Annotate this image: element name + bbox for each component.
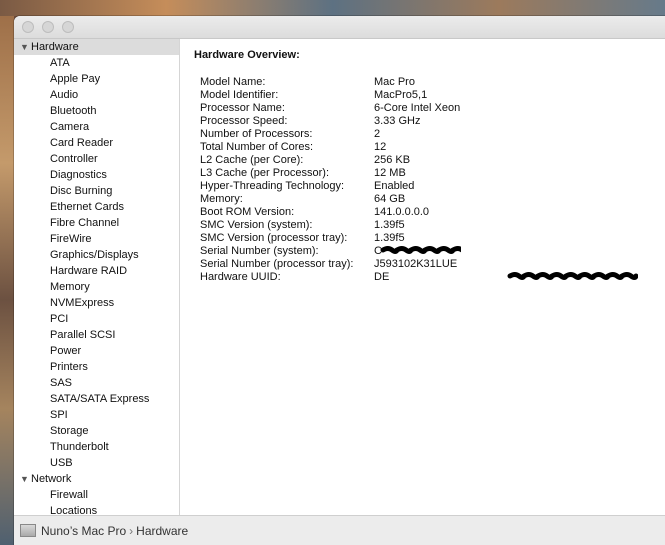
overview-label: SMC Version (system): [200,219,313,231]
sidebar-item[interactable]: FireWire [14,231,179,247]
zoom-window-button[interactable] [62,21,74,33]
sidebar-item[interactable]: SATA/SATA Express [14,391,179,407]
overview-label: Model Name: [200,76,266,88]
sidebar-item[interactable]: Ethernet Cards [14,199,179,215]
desktop-wallpaper-top [0,0,665,16]
sidebar-item[interactable]: Printers [14,359,179,375]
overview-label: Model Identifier: [200,89,279,101]
overview-row: Hyper-Threading Technology: Enabled [200,180,460,193]
sidebar-category-label: Hardware [31,41,79,53]
sidebar-item[interactable]: Memory [14,279,179,295]
overview-row: Hardware UUID: DE [200,271,638,284]
sidebar-item[interactable]: Fibre Channel [14,215,179,231]
overview-row: L3 Cache (per Processor): 12 MB [200,167,460,180]
sidebar-item[interactable]: Audio [14,87,179,103]
overview-label: Total Number of Cores: [200,141,314,153]
overview-row: L2 Cache (per Core): 256 KB [200,154,460,167]
sidebar-item[interactable]: Bluetooth [14,103,179,119]
overview-row: Boot ROM Version: 141.0.0.0.0 [200,206,460,219]
overview-row: Number of Processors: 2 [200,128,460,141]
sidebar-item[interactable]: Power [14,343,179,359]
overview-value[interactable]: 1.39f5 [374,219,405,232]
overview-title: Hardware Overview: [194,49,300,61]
title-bar[interactable] [14,16,665,39]
sidebar-item[interactable]: Storage [14,423,179,439]
overview-value[interactable]: 141.0.0.0.0 [374,206,429,219]
overview-label: Processor Name: [200,102,285,114]
overview-row: Processor Name: 6-Core Intel Xeon [200,102,460,115]
breadcrumb-computer[interactable]: Nuno’s Mac Pro [41,524,126,538]
overview-value[interactable]: 2 [374,128,380,141]
overview-label: Boot ROM Version: [200,206,295,218]
sidebar-item[interactable]: PCI [14,311,179,327]
overview-row: Model Identifier: MacPro5,1 [200,89,460,102]
breadcrumb-separator: › [129,524,134,538]
overview-value[interactable]: 3.33 GHz [374,115,420,128]
overview-table: Model Name: Mac Pro Model Identifier: MacPr… [200,76,638,284]
overview-row: SMC Version (system): 1.39f5 [200,219,460,232]
computer-icon [20,524,36,537]
sidebar-item[interactable]: Hardware RAID [14,263,179,279]
detail-pane: Hardware Overview: Model Name: Mac Pro Mod… [180,39,665,515]
sidebar-item[interactable]: Locations [14,503,179,515]
sidebar-item[interactable]: Card Reader [14,135,179,151]
desktop-wallpaper [0,0,14,545]
sidebar-item[interactable]: Apple Pay [14,71,179,87]
redaction-scribble [507,272,638,280]
overview-label: Processor Speed: [200,115,288,127]
sidebar-item[interactable]: Parallel SCSI [14,327,179,343]
sidebar-item[interactable]: ATA [14,55,179,71]
overview-row: Processor Speed: 3.33 GHz [200,115,460,128]
overview-value[interactable]: 12 [374,141,386,154]
overview-label: Hyper-Threading Technology: [200,180,345,192]
overview-row: Memory: 64 GB [200,193,460,206]
overview-value[interactable]: Enabled [374,180,414,193]
disclosure-triangle-icon[interactable]: ▼ [20,471,31,487]
redaction-scribble [380,246,461,254]
sidebar-item[interactable]: Diagnostics [14,167,179,183]
overview-value[interactable]: MacPro5,1 [374,89,427,102]
overview-value[interactable]: 12 MB [374,167,406,180]
sidebar-item[interactable]: NVMExpress [14,295,179,311]
status-bar: Nuno’s Mac Pro › Hardware [14,515,665,545]
close-window-button[interactable] [22,21,34,33]
sidebar-category[interactable]: ▼ Hardware [14,39,179,55]
sidebar-item[interactable]: SPI [14,407,179,423]
overview-value[interactable]: 64 GB [374,193,405,206]
overview-row: Serial Number (system): C [200,245,461,258]
sidebar-item[interactable]: Thunderbolt [14,439,179,455]
overview-label: L3 Cache (per Processor): [200,167,329,179]
sidebar: ▼ Hardware ATA Apple Pay Audio Bluetooth Camer… [14,39,180,515]
sidebar-item[interactable]: Firewall [14,487,179,503]
system-information-window: ▼ Hardware ATA Apple Pay Audio Bluetooth Camer… [14,16,665,545]
sidebar-item[interactable]: SAS [14,375,179,391]
sidebar-category[interactable]: ▼ Network [14,471,179,487]
overview-value[interactable]: Mac Pro [374,76,415,89]
sidebar-item[interactable]: Controller [14,151,179,167]
sidebar-item[interactable]: Camera [14,119,179,135]
overview-label: Memory: [200,193,243,205]
sidebar-item[interactable]: Graphics/Displays [14,247,179,263]
breadcrumb: Nuno’s Mac Pro › Hardware [20,523,188,539]
overview-label: Number of Processors: [200,128,313,140]
overview-value[interactable]: 6-Core Intel Xeon [374,102,460,115]
minimize-window-button[interactable] [42,21,54,33]
disclosure-triangle-icon[interactable]: ▼ [20,39,31,55]
overview-label: L2 Cache (per Core): [200,154,304,166]
overview-row: Total Number of Cores: 12 [200,141,460,154]
overview-row: Model Name: Mac Pro [200,76,460,89]
sidebar-item[interactable]: Disc Burning [14,183,179,199]
breadcrumb-section[interactable]: Hardware [136,524,188,538]
sidebar-item[interactable]: USB [14,455,179,471]
overview-value[interactable]: 256 KB [374,154,410,167]
sidebar-category-label: Network [31,473,72,485]
